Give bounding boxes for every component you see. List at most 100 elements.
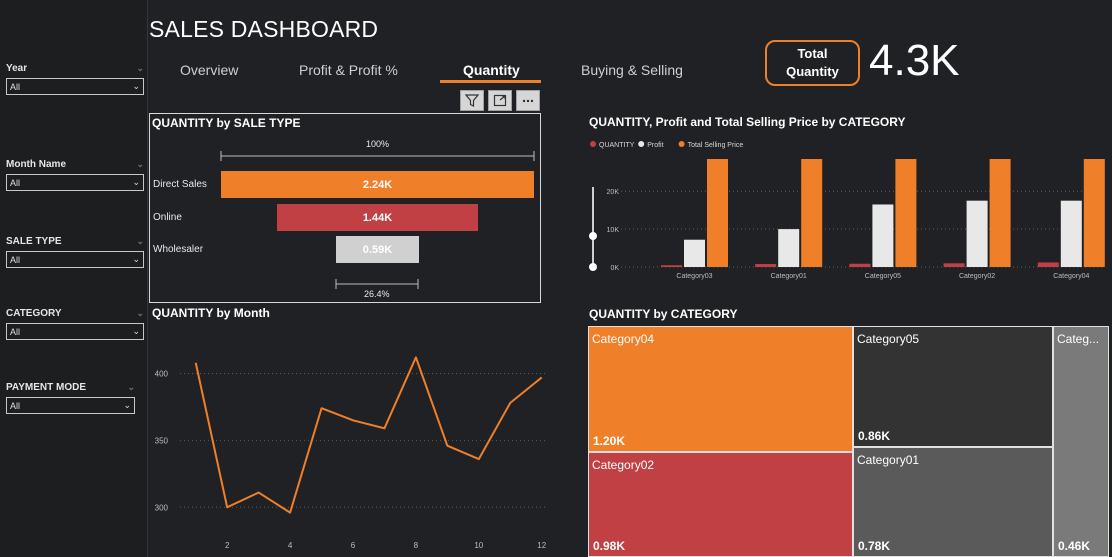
chevron-down-icon[interactable]: ⌄ [136,63,144,74]
treemap-tile-label: Category05 [857,332,920,346]
legend-label: QUANTITY [599,142,635,149]
bar-quantity [849,263,871,267]
chevron-down-icon[interactable]: ⌄ [136,159,144,170]
x-tick-label: 4 [288,541,293,550]
bar-profit [778,229,800,267]
chevron-down-icon[interactable]: ⌄ [136,236,144,247]
bar-total-selling-price [707,159,728,267]
treemap-tile-label: Category04 [592,332,655,346]
slicer-year-value: All [10,81,21,92]
more-options-icon[interactable] [516,90,540,111]
y-tick-label: 10K [607,227,620,234]
bar-quantity [661,265,682,267]
chevron-down-icon[interactable]: ⌄ [136,308,144,319]
funnel-bar-direct-sales[interactable]: 2.24K [221,171,534,198]
chevron-down-icon: ⌄ [132,326,140,336]
treemap-tile-value: 0.98K [593,539,626,553]
funnel-label-wholesaler: Wholesaler [153,244,204,255]
line-chart-title: QUANTITY by Month [152,306,270,320]
chevron-down-icon: ⌄ [132,81,140,91]
treemap-tile-category04[interactable]: Category04 1.20K [588,326,853,452]
slicer-month-label: Month Name [6,159,66,170]
slicer-category-dropdown[interactable]: All ⌄ [6,323,144,340]
slicer-payment-mode-dropdown[interactable]: All ⌄ [6,397,135,414]
y-tick-label: 350 [155,436,169,445]
treemap-tile-value: 0.46K [1058,539,1091,553]
treemap-tile-category03[interactable]: Categ... 0.46K [1053,326,1109,557]
slicer-year-dropdown[interactable]: All ⌄ [6,78,144,95]
chevron-down-icon: ⌄ [132,254,140,264]
bar-total-selling-price [895,159,917,267]
zoom-slider-handle [589,263,597,271]
treemap-tile-label: Category01 [857,453,920,467]
slicer-payment-mode-label: PAYMENT MODE [6,382,87,393]
y-tick-label: 0K [610,265,619,272]
bar-quantity [755,264,777,267]
funnel-value: 2.24K [362,178,393,191]
x-tick-label: Category01 [771,273,807,280]
y-tick-label: 300 [155,503,169,512]
treemap-tile-label: Category02 [592,458,655,472]
funnel-bar-wholesaler[interactable]: 0.59K [336,236,419,263]
focus-mode-icon[interactable] [488,90,512,111]
treemap-tile-category02[interactable]: Category02 0.98K [588,452,853,557]
zoom-slider-handle [589,232,597,240]
slicer-sale-type: SALE TYPE ⌄ All ⌄ [6,236,144,268]
chevron-down-icon[interactable]: ⌄ [127,382,135,393]
bar-profit [684,239,705,267]
kpi-label-line1: Total [797,46,828,61]
y-tick-label: 20K [607,189,620,196]
x-tick-label: Category05 [865,273,901,280]
bar-chart-by-category[interactable]: QUANTITY Profit Total Selling Price 0K 10K 20… [586,135,1106,290]
x-tick-label: Category04 [1053,273,1089,280]
page-title: SALES DASHBOARD [149,16,379,42]
tab-overview[interactable]: Overview [180,62,238,78]
tab-quantity[interactable]: Quantity [463,62,520,78]
bar-total-selling-price [989,159,1011,267]
visual-header-toolbar [460,90,540,111]
y-tick-label: 400 [155,369,169,378]
slicer-month-name: Month Name ⌄ All ⌄ [6,159,144,191]
legend-label: Total Selling Price [688,142,744,149]
legend-label: Profit [647,142,663,149]
slicer-month-value: All [10,177,21,188]
chevron-down-icon: ⌄ [132,177,140,187]
legend-marker [590,141,596,147]
bar-chart-title: QUANTITY, Profit and Total Selling Price… [589,115,906,129]
treemap-title: QUANTITY by CATEGORY [589,307,738,321]
chevron-down-icon: ⌄ [123,400,131,410]
slicer-sale-type-dropdown[interactable]: All ⌄ [6,251,144,268]
slicer-payment-mode: PAYMENT MODE ⌄ All ⌄ [6,382,135,414]
bar-profit [966,200,988,267]
bar-total-selling-price [1083,159,1105,267]
kpi-label-line2: Quantity [786,64,839,79]
legend-marker [678,141,685,147]
kpi-total-quantity-label: Total Quantity [765,40,860,86]
filter-sidebar: Year ⌄ All ⌄ Month Name ⌄ All ⌄ SALE TYPE ⌄ A… [0,0,148,557]
bar-profit [1060,200,1082,267]
treemap-tile-value: 0.86K [858,429,891,443]
line-chart-quantity-by-month[interactable]: 300 350 400 2 4 6 8 10 12 [148,325,560,555]
tab-buying-selling[interactable]: Buying & Selling [581,62,683,78]
slicer-year: Year ⌄ All ⌄ [6,63,144,95]
slicer-payment-mode-value: All [10,400,21,411]
slicer-sale-type-value: All [10,254,21,265]
slicer-year-label: Year [6,63,28,74]
slicer-category-value: All [10,326,21,337]
slicer-sale-type-label: SALE TYPE [6,236,62,247]
treemap-tile-label: Categ... [1057,332,1100,346]
treemap-tile-category01[interactable]: Category01 0.78K [853,447,1053,557]
bar-quantity [1037,262,1059,267]
funnel-label-online: Online [153,212,182,223]
treemap-tile-category05[interactable]: Category05 0.86K [853,326,1053,447]
tab-profit[interactable]: Profit & Profit % [299,62,398,78]
slicer-month-dropdown[interactable]: All ⌄ [6,174,144,191]
funnel-bottom-percent: 26.4% [364,289,390,299]
quantity-line [194,356,543,514]
funnel-bar-online[interactable]: 1.44K [276,204,479,231]
funnel-value: 1.44K [362,211,393,224]
x-tick-label: 2 [225,541,230,550]
filter-icon[interactable] [460,90,484,111]
x-tick-label: 6 [351,541,356,550]
slicer-category: CATEGORY ⌄ All ⌄ [6,308,144,340]
